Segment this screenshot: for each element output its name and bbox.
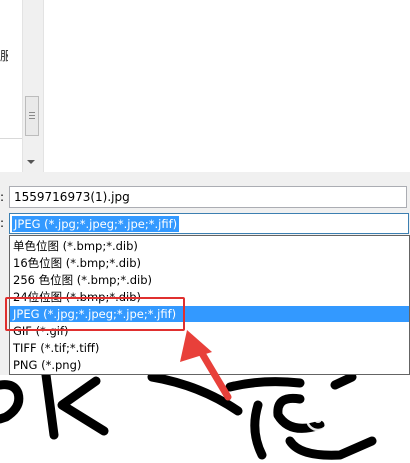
file-type-option[interactable]: 16色位图 (*.bmp;*.dib) [10, 255, 409, 271]
file-name-label: : [0, 190, 5, 204]
file-type-label: : [0, 216, 5, 230]
file-type-option[interactable]: TIFF (*.tif;*.tiff) [10, 340, 409, 356]
jpeg-highlight-box [5, 297, 185, 331]
clipped-folder-label: 服 [0, 49, 8, 63]
file-type-option[interactable]: 单色位图 (*.bmp;*.dib) [10, 238, 409, 254]
file-type-option[interactable]: 256 色位图 (*.bmp;*.dib) [10, 272, 409, 288]
watermark-icon [305, 406, 331, 432]
folder-list-pane: 服 [0, 0, 23, 139]
file-type-selected-value: JPEG (*.jpg;*.jpeg;*.jpe;*.jfif) [12, 216, 180, 232]
file-name-input[interactable]: 1559716973(1).jpg [9, 186, 407, 208]
vertical-scrollbar[interactable] [22, 0, 44, 172]
watermark-logo: 小鱼 jingyan [303, 400, 399, 440]
scrollbar-thumb[interactable] [25, 96, 39, 136]
file-type-select[interactable]: JPEG (*.jpg;*.jpeg;*.jpe;*.jfif) [9, 213, 409, 234]
watermark-sub: jingyan [333, 424, 363, 433]
scroll-down-arrow-icon[interactable] [27, 160, 35, 164]
watermark-name: 小鱼 [333, 410, 360, 425]
file-browser-pane: 服 [0, 0, 410, 172]
file-type-option[interactable]: PNG (*.png) [10, 357, 409, 373]
